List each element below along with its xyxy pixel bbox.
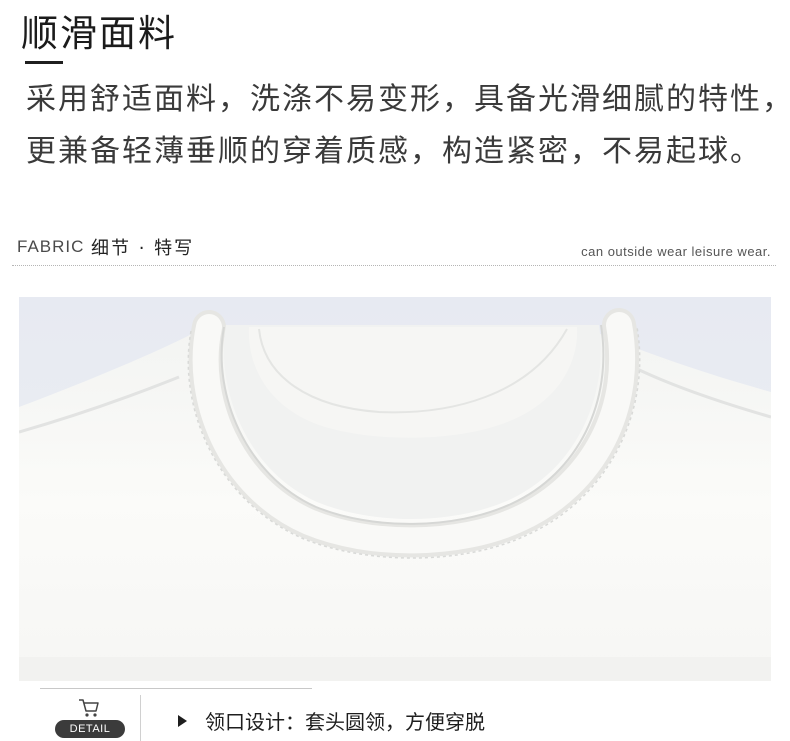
section-label-cn: 细节 · 特写	[91, 238, 195, 259]
product-detail-photo	[19, 297, 771, 681]
feature-text: 领口设计：套头圆领，方便穿脱	[205, 710, 485, 734]
footer-separator	[140, 695, 141, 741]
section-divider	[12, 265, 776, 266]
detail-badge: DETAIL	[55, 720, 125, 738]
section-tagline: can outside wear leisure wear.	[581, 244, 771, 259]
play-icon	[178, 715, 187, 727]
title-underline	[25, 61, 63, 64]
page-title: 顺滑面料	[21, 12, 177, 55]
footer-divider	[40, 688, 312, 689]
cart-icon	[79, 699, 99, 717]
section-header: FABRIC 细节 · 特写 can outside wear leisure …	[15, 226, 773, 268]
description-line-2: 更兼备轻薄垂顺的穿着质感，构造紧密，不易起球。	[26, 134, 762, 169]
feature-item: 领口设计：套头圆领，方便穿脱	[178, 707, 485, 737]
collar-illustration	[19, 297, 771, 681]
description-line-1: 采用舒适面料，洗涤不易变形，具备光滑细腻的特性，	[26, 82, 790, 117]
description: 采用舒适面料，洗涤不易变形，具备光滑细腻的特性， 更兼备轻薄垂顺的穿着质感，构造…	[26, 74, 790, 178]
section-label-en: FABRIC	[17, 237, 85, 256]
